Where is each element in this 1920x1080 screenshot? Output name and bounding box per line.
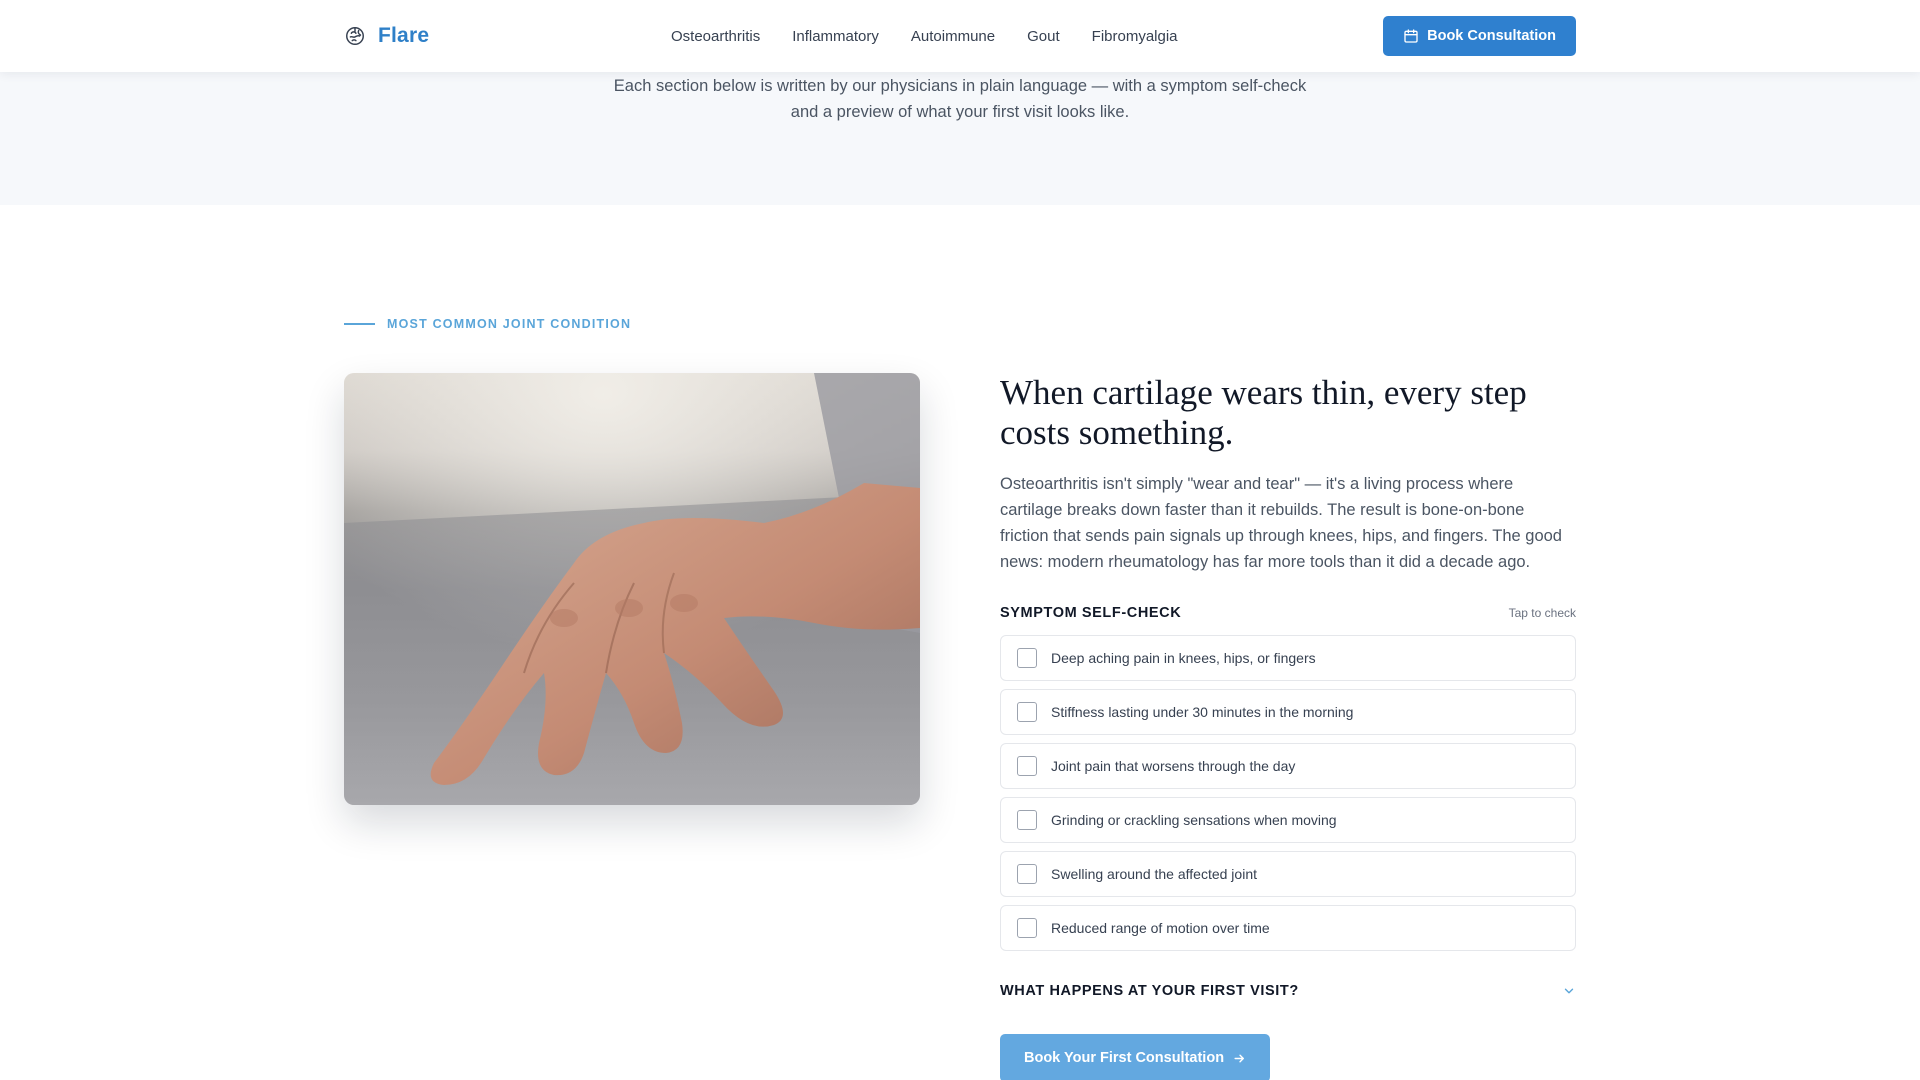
eyebrow-divider	[344, 323, 375, 325]
top-navbar: Flare Osteoarthritis Inflammatory Autoim…	[0, 0, 1920, 72]
eyebrow-text: MOST COMMON JOINT CONDITION	[387, 317, 632, 331]
symptom-item[interactable]: Stiffness lasting under 30 minutes in th…	[1000, 689, 1576, 735]
symptom-checkbox[interactable]	[1017, 648, 1037, 668]
book-consultation-label: Book Consultation	[1427, 28, 1556, 44]
section-body: Osteoarthritis isn't simply "wear and te…	[1000, 475, 1562, 571]
symptom-label: Reduced range of motion over time	[1051, 920, 1270, 936]
symptom-item[interactable]: Reduced range of motion over time	[1000, 905, 1576, 951]
symptom-checkbox[interactable]	[1017, 810, 1037, 830]
symptom-checkbox[interactable]	[1017, 756, 1037, 776]
symptom-label: Swelling around the affected joint	[1051, 866, 1257, 882]
section-eyebrow: MOST COMMON JOINT CONDITION	[344, 317, 631, 331]
first-visit-toggle[interactable]: WHAT HAPPENS AT YOUR FIRST VISIT?	[1000, 983, 1576, 999]
condition-photo	[344, 373, 920, 805]
symptom-item[interactable]: Joint pain that worsens through the day	[1000, 743, 1576, 789]
brand-logo[interactable]: Flare	[344, 24, 429, 48]
hero-subtitle-line1: Each section below is written by our phy…	[613, 77, 1307, 95]
symptom-checkbox[interactable]	[1017, 864, 1037, 884]
symptom-checkbox[interactable]	[1017, 918, 1037, 938]
hero-subtitle: Each section below is written by our phy…	[560, 73, 1360, 125]
first-visit-title: WHAT HAPPENS AT YOUR FIRST VISIT?	[1000, 983, 1299, 999]
symptom-item[interactable]: Swelling around the affected joint	[1000, 851, 1576, 897]
symptom-label: Joint pain that worsens through the day	[1051, 758, 1296, 774]
main-nav: Osteoarthritis Inflammatory Autoimmune G…	[671, 0, 1178, 72]
symptom-item[interactable]: Grinding or crackling sensations when mo…	[1000, 797, 1576, 843]
arrow-right-icon	[1234, 1054, 1245, 1062]
self-check-hint: Tap to check	[1508, 606, 1576, 620]
brain-icon	[346, 27, 364, 45]
nav-link-fibromyalgia[interactable]: Fibromyalgia	[1092, 28, 1178, 45]
self-check-title: SYMPTOM SELF-CHECK	[1000, 605, 1182, 621]
symptom-label: Deep aching pain in knees, hips, or fing…	[1051, 650, 1316, 666]
symptom-label: Stiffness lasting under 30 minutes in th…	[1051, 704, 1354, 720]
book-first-consultation-button[interactable]: Book Your First Consultation	[1000, 1034, 1271, 1080]
nav-link-inflammatory[interactable]: Inflammatory	[792, 28, 879, 45]
navbar-container: Flare Osteoarthritis Inflammatory Autoim…	[344, 0, 1576, 72]
symptom-item[interactable]: Deep aching pain in knees, hips, or fing…	[1000, 635, 1576, 681]
nav-link-gout[interactable]: Gout	[1027, 28, 1060, 45]
symptom-checkbox[interactable]	[1017, 702, 1037, 722]
chevron-down-icon	[1564, 988, 1574, 994]
calendar-icon	[1404, 29, 1418, 43]
symptom-checklist: Deep aching pain in knees, hips, or fing…	[1000, 635, 1576, 951]
self-check-header: SYMPTOM SELF-CHECK Tap to check	[1000, 605, 1576, 621]
hero-subtitle-line2: and a preview of what your first visit l…	[790, 103, 1130, 121]
nav-link-autoimmune[interactable]: Autoimmune	[911, 28, 995, 45]
hand-image	[344, 373, 920, 805]
book-consultation-button[interactable]: Book Consultation	[1383, 16, 1576, 56]
book-first-consultation-label: Book Your First Consultation	[1024, 1050, 1225, 1066]
symptom-label: Grinding or crackling sensations when mo…	[1051, 812, 1337, 828]
condition-content: When cartilage wears thin, every step co…	[1000, 373, 1576, 1080]
section-headline: When cartilage wears thin, every step co…	[1000, 373, 1527, 452]
brand-name: Flare	[378, 24, 430, 47]
nav-link-osteoarthritis[interactable]: Osteoarthritis	[671, 28, 760, 45]
